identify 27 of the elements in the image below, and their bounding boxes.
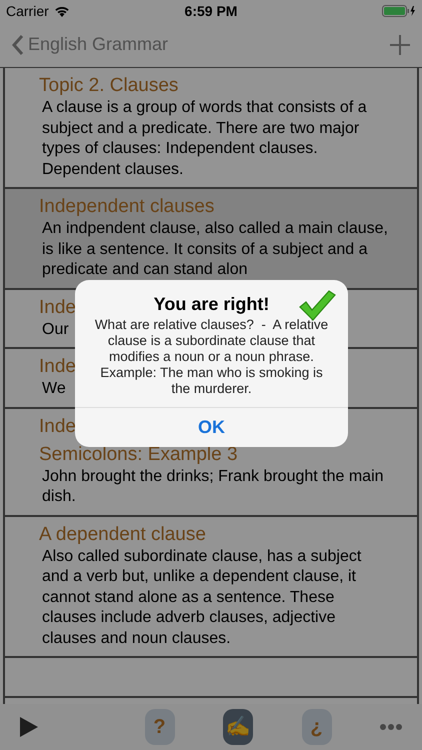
alert-title: You are right! (154, 293, 270, 315)
back-button[interactable]: English Grammar (12, 31, 168, 58)
write-button[interactable]: ✍ (223, 709, 253, 745)
add-icon[interactable] (390, 34, 410, 54)
topic-title: Inde (39, 414, 76, 438)
topic-title: Topic 2. Clauses (39, 74, 178, 98)
topic-text: Our (41, 320, 69, 340)
play-icon[interactable] (20, 717, 38, 737)
more-icon[interactable] (380, 724, 402, 730)
topic-text: A clause is a group of words that consists of a subject and a predicate. There are two major types of clauses: Independent clauses. Dependent clauses. (41, 98, 368, 180)
topic-title: Inde (39, 296, 76, 320)
clock-label: 6:59 PM (184, 2, 238, 20)
topic-text: Also called subordinate clause, has a subject and a verb but, unlike a dependent clause, it cannot stand alone as a sentence. These clauses include adverb clauses, adjective clauses and noun clauses. (41, 546, 362, 648)
topic-title: A dependent clause (39, 522, 206, 546)
chevron-icon (12, 34, 24, 56)
alert-message: What are relative clauses? - A relative clause is a subordinate clause that modifies a noun or a noun phrase. Example: The man who is smoking is the murderer. (94, 316, 330, 398)
battery-icon (382, 5, 416, 17)
topic-title: Independent clauses (39, 195, 214, 219)
topic-title: Inde (39, 355, 76, 379)
topic-text: We (41, 379, 66, 399)
topic-row[interactable] (5, 516, 417, 658)
ok-button[interactable]: OK (75, 407, 348, 447)
carrier-label: Carrier (6, 2, 49, 20)
topic-text: An indpendent clause, also called a main clause, is like a sentence. It consits of a subject and a predicate and can stand alon (41, 219, 389, 280)
wifi-icon (54, 5, 70, 17)
topic-text: John brought the drinks; Frank brought the main dish. (41, 466, 385, 507)
topic-row[interactable]: Independent clauses An indpendent clause, also called a main clause, is like a sentence. It consits of a subject and a predicate and can stand alon (5, 189, 417, 290)
